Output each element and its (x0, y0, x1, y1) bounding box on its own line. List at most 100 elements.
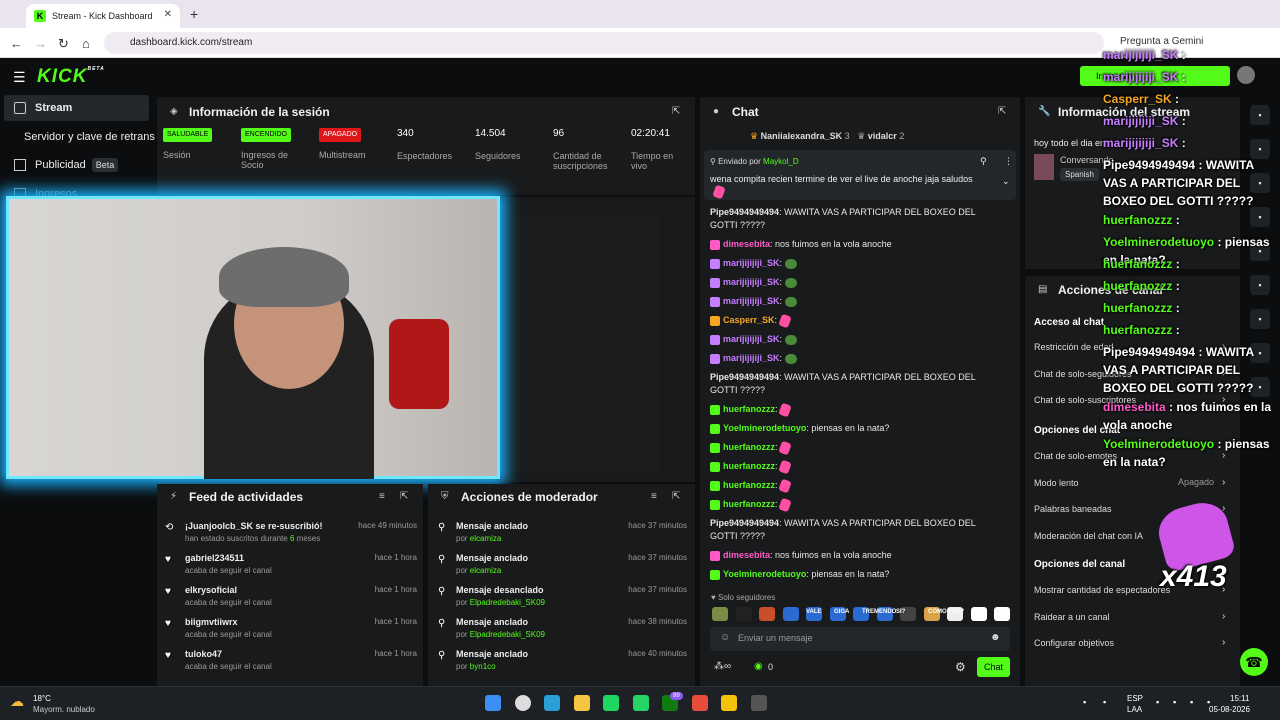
volume-icon[interactable]: ▪ (1190, 697, 1193, 707)
emote-picker-icon[interactable]: ☻ (990, 632, 1001, 643)
filter-icon[interactable]: ≡ (651, 491, 657, 502)
refresh-icon: ⟲ (165, 522, 174, 533)
channel-action-item[interactable]: Moderación del chat con IA (1034, 531, 1143, 541)
chat-mode: ♥ Solo seguidores (711, 593, 776, 602)
lang-indicator[interactable]: ESP (1127, 694, 1143, 703)
overlay-chat-line: marijijijiji_SK : (1103, 70, 1186, 84)
url-input[interactable]: dashboard.kick.com/stream (104, 32, 1104, 54)
emote-icon[interactable] (994, 607, 1010, 621)
monitor-icon[interactable]: ▪ (1156, 697, 1159, 707)
popout-icon[interactable]: ⇱ (672, 106, 680, 117)
emote-icon (784, 296, 797, 307)
channel-action-item[interactable]: Configurar objetivos (1034, 638, 1114, 648)
feed-row: tuloko47 acaba de seguir el canal hace 1 h… (185, 649, 417, 671)
filter-icon[interactable]: ≡ (379, 491, 385, 502)
emote-icon (784, 334, 797, 345)
overlay-chat-line: marijijijiji_SK : (1103, 48, 1186, 62)
browser-tab[interactable]: K Stream - Kick Dashboard ✕ (26, 4, 180, 28)
kick-logo[interactable]: KICKBETA (37, 66, 105, 88)
feed-row: biigmvtiiwrx acaba de seguir el canal hace… (185, 617, 417, 639)
weather-icon: ☁ (10, 693, 24, 709)
stat-live-time: 02:20:41 Tiempo en vivo (631, 128, 674, 171)
chat-message: marijijijiji_SK: (710, 257, 1000, 270)
whatsapp-icon[interactable] (632, 695, 649, 711)
sidebar-item-ads[interactable]: Publicidad Beta (4, 152, 149, 178)
channel-action-item[interactable]: Palabras baneadas (1034, 504, 1112, 514)
folder-icon[interactable] (573, 695, 590, 711)
back-icon[interactable]: ← (10, 36, 23, 51)
mic-icon[interactable]: ▪ (1103, 697, 1106, 707)
channel-action-item[interactable]: Restricción de edad (1034, 342, 1114, 352)
emote-icon (778, 440, 792, 455)
heart-icon: ♥ (165, 554, 171, 565)
emote-icon[interactable] (970, 607, 987, 621)
chat-message: marijijijiji_SK: (710, 276, 1000, 289)
edge-icon[interactable] (544, 695, 560, 711)
ads-icon (14, 159, 26, 171)
wifi-icon[interactable]: ▪ (1173, 697, 1176, 707)
chevron-right-icon[interactable]: › (1222, 477, 1225, 488)
pin-icon[interactable]: ⚲ (980, 156, 987, 167)
chevron-right-icon[interactable]: › (1222, 637, 1225, 648)
pinned-message[interactable]: ⚲ Enviado por Maykol_D wena compita reci… (704, 150, 1016, 200)
more-icon[interactable]: ⋮ (1004, 156, 1013, 167)
chevron-right-icon[interactable]: › (1222, 611, 1225, 622)
beta-badge: Beta (91, 158, 119, 172)
support-icon[interactable]: ☎ (1240, 648, 1268, 676)
stat-multistream: APAGADO Multistream (319, 128, 389, 184)
emote-icon (778, 497, 792, 512)
browser-tab-bar: K Stream - Kick Dashboard ✕ + (0, 0, 1280, 28)
snip-icon[interactable] (691, 695, 708, 711)
forward-icon[interactable]: → (34, 36, 47, 51)
chat-message: Pipe9494949494: WAWITA VAS A PARTICIPAR … (710, 207, 976, 230)
sidebar-item-stream[interactable]: Stream (4, 95, 149, 121)
chat-message: huerfanozzz: (710, 402, 1000, 417)
emote-icon[interactable] (782, 607, 799, 621)
emoji-icon[interactable]: ☺ (720, 632, 730, 643)
sidebar-item-server-key[interactable]: Servidor y clave de retransmisión (4, 124, 155, 150)
emote-label: SI? (896, 609, 906, 615)
search-icon[interactable] (514, 695, 531, 711)
reload-icon[interactable]: ↻ (58, 36, 69, 52)
new-tab-icon[interactable]: + (190, 6, 198, 22)
popout-icon[interactable]: ⇱ (672, 491, 680, 502)
points-icon[interactable]: ⁂∞ (714, 661, 731, 672)
chrome-icon[interactable] (721, 695, 737, 711)
top-gifters: ♛ Naniialexandra_SK 3 ♛ vidalcr 2 (750, 131, 905, 141)
channel-action-item[interactable]: Modo lento (1034, 478, 1079, 488)
emote-icon[interactable] (759, 607, 775, 621)
mod-title: Acciones de moderador (461, 490, 598, 504)
mod-row: Mensaje desanclado por Elpadredebaki_SK09… (456, 585, 687, 607)
emote-icon[interactable] (712, 607, 728, 621)
gear-icon[interactable]: ⚙ (955, 660, 966, 674)
emote-label: GIGA (834, 609, 850, 615)
emote-icon[interactable] (735, 607, 752, 621)
user-badge-icon (710, 480, 720, 491)
menu-icon[interactable]: ☰ (13, 69, 26, 86)
combo-counter: x413 (1160, 560, 1227, 593)
send-chat-button[interactable]: Chat (977, 657, 1010, 677)
overlay-chat-line: huerfanozzz : (1103, 301, 1180, 315)
popout-icon[interactable]: ⇱ (998, 106, 1006, 117)
shield-icon: ⛨ (441, 491, 449, 502)
overlay-chat-line: huerfanozzz : (1103, 257, 1180, 271)
emote-icon (784, 277, 797, 288)
windows-start-icon[interactable] (485, 695, 501, 711)
obs-icon[interactable] (750, 695, 767, 711)
chevron-up-icon[interactable]: ▪ (1083, 697, 1086, 707)
close-tab-icon[interactable]: ✕ (164, 9, 172, 20)
notification-badge: 99 (670, 692, 683, 700)
chat-message: Casperr_SK: (710, 313, 1000, 328)
chat-input[interactable]: ☺ Enviar un mensaje ☻ (710, 627, 1010, 651)
chevron-down-icon[interactable]: ⌄ (1002, 176, 1010, 187)
spotify-icon[interactable] (603, 695, 619, 711)
clock-time[interactable]: 15:11 (1230, 694, 1249, 703)
home-icon[interactable]: ⌂ (82, 36, 90, 51)
channel-action-item[interactable]: Raidear a un canal (1034, 612, 1110, 622)
emote-icon (778, 478, 792, 493)
heart-icon: ♥ (165, 650, 171, 661)
popout-icon[interactable]: ⇱ (400, 491, 408, 502)
emote-label: VALE (806, 609, 822, 615)
channel-action-item[interactable]: Mostrar cantidad de espectadores (1034, 585, 1170, 595)
user-badge-icon (710, 239, 720, 250)
